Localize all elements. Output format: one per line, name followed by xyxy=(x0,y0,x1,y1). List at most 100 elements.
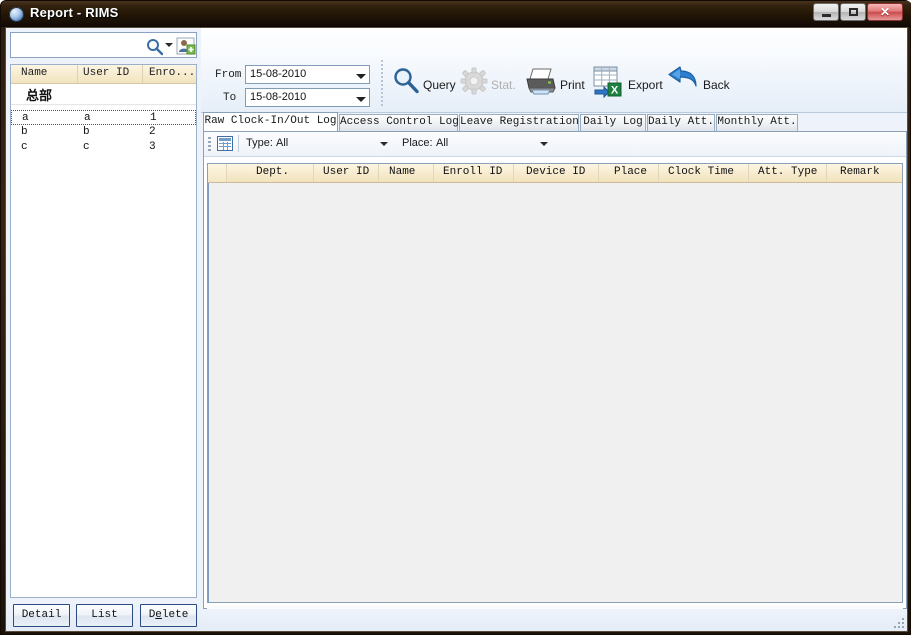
records-grid[interactable]: Dept. User ID Name Enroll ID Device ID P… xyxy=(207,163,903,603)
column-header-user-id[interactable]: User ID xyxy=(323,166,369,178)
to-label: To xyxy=(223,92,237,104)
minimize-button[interactable] xyxy=(813,3,839,21)
column-header-device-id[interactable]: Device ID xyxy=(526,166,585,178)
filter-separator xyxy=(238,135,239,152)
back-arrow-icon xyxy=(667,66,699,99)
cell-name: c xyxy=(21,141,28,153)
spreadsheet-export-icon: X xyxy=(591,66,625,101)
toolbar: From 15-08-2010 To 15-08-2010 Query Stat… xyxy=(201,28,907,113)
left-panel: Name User ID Enro... 总部 a a 1 b b 2 c c … xyxy=(6,28,201,631)
print-label: Print xyxy=(560,78,585,92)
application-window: Report - RIMS ✕ Name User ID Enro... 总部 … xyxy=(0,0,911,635)
cell-user-id: a xyxy=(84,112,91,124)
gear-icon xyxy=(459,66,489,99)
column-header-name[interactable]: Name xyxy=(21,67,47,79)
records-grid-body[interactable] xyxy=(208,183,902,602)
left-button-bar: Detail List Delete xyxy=(10,604,197,628)
column-header-clock-time[interactable]: Clock Time xyxy=(668,166,734,178)
export-label: Export xyxy=(628,78,663,92)
right-panel: From 15-08-2010 To 15-08-2010 Query Stat… xyxy=(201,28,907,631)
grid-view-icon[interactable] xyxy=(217,136,233,151)
search-input[interactable] xyxy=(14,37,146,55)
cell-enroll-id: 1 xyxy=(150,112,157,124)
window-title: Report - RIMS xyxy=(30,5,119,20)
app-globe-icon xyxy=(9,7,24,22)
type-label: Type: xyxy=(246,137,273,149)
tab-page: Type: All Place: All Dept. User ID Name … xyxy=(203,131,907,631)
svg-text:X: X xyxy=(611,85,619,97)
cell-name: b xyxy=(21,126,28,138)
cell-user-id: b xyxy=(83,126,90,138)
chevron-down-icon[interactable] xyxy=(165,43,173,47)
toolbar-separator xyxy=(381,60,383,108)
cell-enroll-id: 2 xyxy=(149,126,156,138)
tab-leave-registration[interactable]: Leave Registration xyxy=(459,114,579,131)
cell-enroll-id: 3 xyxy=(149,141,156,153)
column-header-user-id[interactable]: User ID xyxy=(83,67,129,79)
tab-strip: Raw Clock-In/Out Log Access Control Log … xyxy=(203,112,907,131)
search-box xyxy=(10,32,197,58)
table-row[interactable]: a a 1 xyxy=(11,110,196,125)
close-icon: ✕ xyxy=(879,5,891,19)
people-grid[interactable]: Name User ID Enro... 总部 a a 1 b b 2 c c … xyxy=(10,64,197,598)
maximize-icon xyxy=(849,8,858,16)
column-header-att-type[interactable]: Att. Type xyxy=(758,166,817,178)
delete-label-suffix: lete xyxy=(161,609,189,621)
delete-label-accel: e xyxy=(155,609,162,621)
query-label: Query xyxy=(423,78,456,92)
tab-daily-log[interactable]: Daily Log xyxy=(580,114,646,131)
filter-bar: Type: All Place: All xyxy=(204,132,906,157)
from-date-field[interactable]: 15-08-2010 xyxy=(245,65,370,84)
maximize-button[interactable] xyxy=(840,3,866,21)
chevron-down-icon[interactable] xyxy=(356,97,366,102)
delete-button[interactable]: Delete xyxy=(140,604,197,627)
tab-daily-att[interactable]: Daily Att. xyxy=(647,114,715,131)
status-bar xyxy=(201,609,907,631)
chevron-down-icon xyxy=(540,142,548,146)
to-date-value: 15-08-2010 xyxy=(250,91,307,103)
cell-name: a xyxy=(22,112,29,124)
tab-access-control-log[interactable]: Access Control Log xyxy=(339,114,459,131)
group-label: 总部 xyxy=(26,89,53,104)
people-grid-header: Name User ID Enro... xyxy=(11,65,196,84)
column-header-remark[interactable]: Remark xyxy=(840,166,880,178)
back-label: Back xyxy=(703,78,730,92)
table-row[interactable]: c c 3 xyxy=(11,140,196,155)
column-header-enroll-id[interactable]: Enroll ID xyxy=(443,166,502,178)
list-button[interactable]: List xyxy=(76,604,133,627)
type-value: All xyxy=(276,137,289,149)
row-indicator-column xyxy=(208,164,227,182)
column-header-enroll-id[interactable]: Enro... xyxy=(149,67,195,79)
to-date-field[interactable]: 15-08-2010 xyxy=(245,88,370,107)
resize-grip[interactable] xyxy=(894,618,907,631)
group-row[interactable]: 总部 xyxy=(11,84,196,105)
detail-button[interactable]: Detail xyxy=(13,604,70,627)
chevron-down-icon xyxy=(380,142,388,146)
minimize-icon xyxy=(822,14,831,17)
place-value: All xyxy=(436,137,449,149)
title-bar: Report - RIMS ✕ xyxy=(1,1,911,27)
place-select[interactable]: All xyxy=(436,136,556,152)
from-date-value: 15-08-2010 xyxy=(250,68,307,80)
column-header-place[interactable]: Place xyxy=(614,166,647,178)
stat-label: Stat. xyxy=(491,78,516,92)
client-area: Name User ID Enro... 总部 a a 1 b b 2 c c … xyxy=(5,27,908,632)
search-icon[interactable] xyxy=(145,36,165,56)
records-grid-header: Dept. User ID Name Enroll ID Device ID P… xyxy=(208,164,902,183)
printer-icon xyxy=(524,66,558,99)
table-row[interactable]: b b 2 xyxy=(11,125,196,140)
column-header-dept[interactable]: Dept. xyxy=(256,166,289,178)
tab-monthly-att[interactable]: Monthly Att. xyxy=(716,114,798,131)
chevron-down-icon[interactable] xyxy=(356,74,366,79)
column-divider xyxy=(142,65,143,83)
place-label: Place: xyxy=(402,137,433,149)
type-select[interactable]: All xyxy=(276,136,396,152)
close-button[interactable]: ✕ xyxy=(867,3,903,21)
toolbar-grip[interactable] xyxy=(208,137,211,151)
tab-raw-clock-log[interactable]: Raw Clock-In/Out Log xyxy=(203,112,338,131)
magnifier-icon xyxy=(391,66,421,99)
add-user-icon[interactable] xyxy=(176,36,196,56)
cell-user-id: c xyxy=(83,141,90,153)
column-divider xyxy=(77,65,78,83)
column-header-name[interactable]: Name xyxy=(389,166,415,178)
